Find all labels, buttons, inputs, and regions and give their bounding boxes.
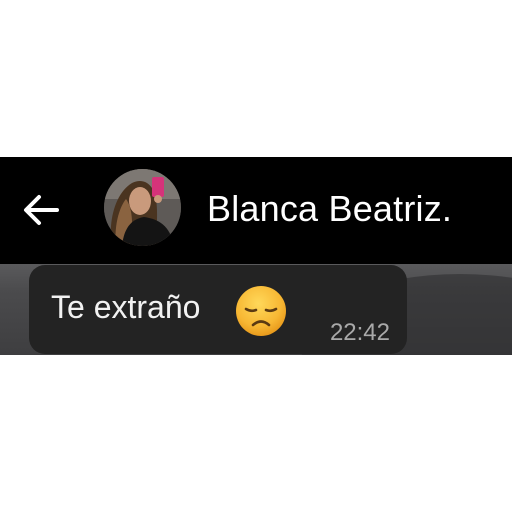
message-text: Te extraño bbox=[51, 289, 201, 325]
chat-header: Blanca Beatriz. bbox=[0, 157, 512, 264]
message-bubble[interactable]: Te extraño 22:42 bbox=[29, 265, 407, 354]
chat-screen: Blanca Beatriz. Te extraño 22:42 bbox=[0, 0, 512, 512]
contact-name[interactable]: Blanca Beatriz. bbox=[207, 187, 452, 231]
disappointed-face-icon bbox=[236, 286, 286, 336]
message-timestamp: 22:42 bbox=[329, 319, 390, 346]
arrow-left-icon bbox=[24, 195, 59, 225]
avatar[interactable] bbox=[104, 169, 181, 246]
back-button[interactable] bbox=[18, 187, 64, 233]
contact-avatar bbox=[104, 169, 181, 246]
